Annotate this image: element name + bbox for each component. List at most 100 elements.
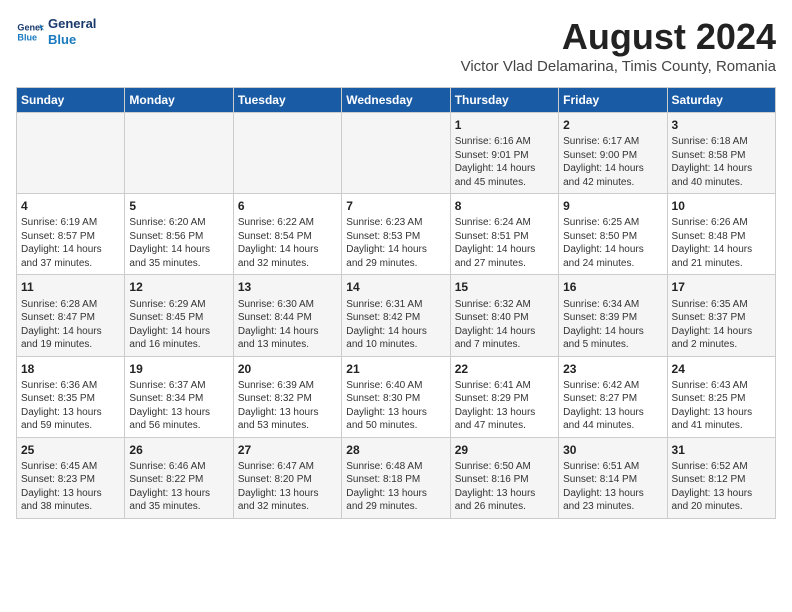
calendar-table: SundayMondayTuesdayWednesdayThursdayFrid… [16, 87, 776, 519]
day-info: Sunrise: 6:45 AM Sunset: 8:23 PM Dayligh… [21, 460, 120, 514]
day-info: Sunrise: 6:20 AM Sunset: 8:56 PM Dayligh… [129, 216, 228, 270]
calendar-cell: 4 Sunrise: 6:19 AM Sunset: 8:57 PM Daylig… [17, 194, 125, 275]
day-info: Sunrise: 6:37 AM Sunset: 8:34 PM Dayligh… [129, 379, 228, 433]
day-number: 30 [563, 442, 662, 458]
logo-line1: General [48, 16, 96, 32]
day-number: 18 [21, 361, 120, 377]
calendar-cell: 29 Sunrise: 6:50 AM Sunset: 8:16 PM Dayli… [450, 437, 558, 518]
calendar-cell [342, 113, 450, 194]
day-info: Sunrise: 6:50 AM Sunset: 8:16 PM Dayligh… [455, 460, 554, 514]
logo-line2: Blue [48, 32, 96, 48]
calendar-cell: 7 Sunrise: 6:23 AM Sunset: 8:53 PM Daylig… [342, 194, 450, 275]
day-info: Sunrise: 6:39 AM Sunset: 8:32 PM Dayligh… [238, 379, 337, 433]
calendar-week-row: 4 Sunrise: 6:19 AM Sunset: 8:57 PM Daylig… [17, 194, 776, 275]
calendar-cell: 26 Sunrise: 6:46 AM Sunset: 8:22 PM Dayli… [125, 437, 233, 518]
day-number: 27 [238, 442, 337, 458]
calendar-cell: 18 Sunrise: 6:36 AM Sunset: 8:35 PM Dayli… [17, 356, 125, 437]
day-number: 1 [455, 117, 554, 133]
day-info: Sunrise: 6:35 AM Sunset: 8:37 PM Dayligh… [672, 298, 771, 352]
weekday-header: Saturday [667, 88, 775, 113]
day-info: Sunrise: 6:24 AM Sunset: 8:51 PM Dayligh… [455, 216, 554, 270]
day-number: 11 [21, 279, 120, 295]
day-info: Sunrise: 6:31 AM Sunset: 8:42 PM Dayligh… [346, 298, 445, 352]
day-number: 21 [346, 361, 445, 377]
page-subtitle: Victor Vlad Delamarina, Timis County, Ro… [461, 58, 776, 75]
day-number: 29 [455, 442, 554, 458]
logo: General Blue General Blue [16, 16, 96, 47]
calendar-cell: 24 Sunrise: 6:43 AM Sunset: 8:25 PM Dayli… [667, 356, 775, 437]
weekday-header: Monday [125, 88, 233, 113]
day-number: 20 [238, 361, 337, 377]
day-number: 17 [672, 279, 771, 295]
weekday-header: Friday [559, 88, 667, 113]
calendar-cell: 23 Sunrise: 6:42 AM Sunset: 8:27 PM Dayli… [559, 356, 667, 437]
day-info: Sunrise: 6:40 AM Sunset: 8:30 PM Dayligh… [346, 379, 445, 433]
calendar-cell: 25 Sunrise: 6:45 AM Sunset: 8:23 PM Dayli… [17, 437, 125, 518]
day-number: 22 [455, 361, 554, 377]
calendar-cell: 3 Sunrise: 6:18 AM Sunset: 8:58 PM Daylig… [667, 113, 775, 194]
day-info: Sunrise: 6:34 AM Sunset: 8:39 PM Dayligh… [563, 298, 662, 352]
day-number: 13 [238, 279, 337, 295]
day-info: Sunrise: 6:30 AM Sunset: 8:44 PM Dayligh… [238, 298, 337, 352]
day-number: 23 [563, 361, 662, 377]
day-number: 9 [563, 198, 662, 214]
day-number: 7 [346, 198, 445, 214]
calendar-cell: 2 Sunrise: 6:17 AM Sunset: 9:00 PM Daylig… [559, 113, 667, 194]
calendar-cell: 10Sunrise: 6:26 AM Sunset: 8:48 PM Dayli… [667, 194, 775, 275]
day-info: Sunrise: 6:23 AM Sunset: 8:53 PM Dayligh… [346, 216, 445, 270]
calendar-cell: 22 Sunrise: 6:41 AM Sunset: 8:29 PM Dayli… [450, 356, 558, 437]
day-number: 12 [129, 279, 228, 295]
day-info: Sunrise: 6:22 AM Sunset: 8:54 PM Dayligh… [238, 216, 337, 270]
calendar-cell: 16 Sunrise: 6:34 AM Sunset: 8:39 PM Dayli… [559, 275, 667, 356]
day-info: Sunrise: 6:19 AM Sunset: 8:57 PM Dayligh… [21, 216, 120, 270]
day-info: Sunrise: 6:46 AM Sunset: 8:22 PM Dayligh… [129, 460, 228, 514]
calendar-cell: 8 Sunrise: 6:24 AM Sunset: 8:51 PM Daylig… [450, 194, 558, 275]
day-info: Sunrise: 6:48 AM Sunset: 8:18 PM Dayligh… [346, 460, 445, 514]
day-number: 19 [129, 361, 228, 377]
page-title: August 2024 [461, 16, 776, 58]
day-info: Sunrise: 6:17 AM Sunset: 9:00 PM Dayligh… [563, 135, 662, 189]
calendar-cell: 11Sunrise: 6:28 AM Sunset: 8:47 PM Dayli… [17, 275, 125, 356]
day-info: Sunrise: 6:47 AM Sunset: 8:20 PM Dayligh… [238, 460, 337, 514]
day-info: Sunrise: 6:51 AM Sunset: 8:14 PM Dayligh… [563, 460, 662, 514]
weekday-header: Sunday [17, 88, 125, 113]
calendar-cell: 9 Sunrise: 6:25 AM Sunset: 8:50 PM Daylig… [559, 194, 667, 275]
day-info: Sunrise: 6:52 AM Sunset: 8:12 PM Dayligh… [672, 460, 771, 514]
day-number: 8 [455, 198, 554, 214]
calendar-cell: 14 Sunrise: 6:31 AM Sunset: 8:42 PM Dayli… [342, 275, 450, 356]
day-info: Sunrise: 6:42 AM Sunset: 8:27 PM Dayligh… [563, 379, 662, 433]
day-number: 3 [672, 117, 771, 133]
calendar-cell: 27 Sunrise: 6:47 AM Sunset: 8:20 PM Dayli… [233, 437, 341, 518]
calendar-cell: 21 Sunrise: 6:40 AM Sunset: 8:30 PM Dayli… [342, 356, 450, 437]
day-info: Sunrise: 6:18 AM Sunset: 8:58 PM Dayligh… [672, 135, 771, 189]
calendar-cell: 31Sunrise: 6:52 AM Sunset: 8:12 PM Dayli… [667, 437, 775, 518]
day-number: 25 [21, 442, 120, 458]
calendar-cell: 19 Sunrise: 6:37 AM Sunset: 8:34 PM Dayli… [125, 356, 233, 437]
calendar-cell [125, 113, 233, 194]
day-info: Sunrise: 6:25 AM Sunset: 8:50 PM Dayligh… [563, 216, 662, 270]
day-number: 16 [563, 279, 662, 295]
day-info: Sunrise: 6:32 AM Sunset: 8:40 PM Dayligh… [455, 298, 554, 352]
calendar-cell: 28Sunrise: 6:48 AM Sunset: 8:18 PM Dayli… [342, 437, 450, 518]
day-number: 6 [238, 198, 337, 214]
day-number: 24 [672, 361, 771, 377]
day-info: Sunrise: 6:36 AM Sunset: 8:35 PM Dayligh… [21, 379, 120, 433]
day-number: 4 [21, 198, 120, 214]
weekday-header: Tuesday [233, 88, 341, 113]
svg-text:Blue: Blue [17, 32, 37, 42]
day-info: Sunrise: 6:26 AM Sunset: 8:48 PM Dayligh… [672, 216, 771, 270]
calendar-cell: 13 Sunrise: 6:30 AM Sunset: 8:44 PM Dayli… [233, 275, 341, 356]
calendar-week-row: 1 Sunrise: 6:16 AM Sunset: 9:01 PM Daylig… [17, 113, 776, 194]
day-number: 2 [563, 117, 662, 133]
day-info: Sunrise: 6:16 AM Sunset: 9:01 PM Dayligh… [455, 135, 554, 189]
day-info: Sunrise: 6:29 AM Sunset: 8:45 PM Dayligh… [129, 298, 228, 352]
day-number: 26 [129, 442, 228, 458]
day-number: 14 [346, 279, 445, 295]
calendar-cell [233, 113, 341, 194]
calendar-week-row: 25 Sunrise: 6:45 AM Sunset: 8:23 PM Dayli… [17, 437, 776, 518]
calendar-cell: 20 Sunrise: 6:39 AM Sunset: 8:32 PM Dayli… [233, 356, 341, 437]
day-info: Sunrise: 6:41 AM Sunset: 8:29 PM Dayligh… [455, 379, 554, 433]
day-info: Sunrise: 6:43 AM Sunset: 8:25 PM Dayligh… [672, 379, 771, 433]
weekday-header: Thursday [450, 88, 558, 113]
calendar-cell: 15Sunrise: 6:32 AM Sunset: 8:40 PM Dayli… [450, 275, 558, 356]
